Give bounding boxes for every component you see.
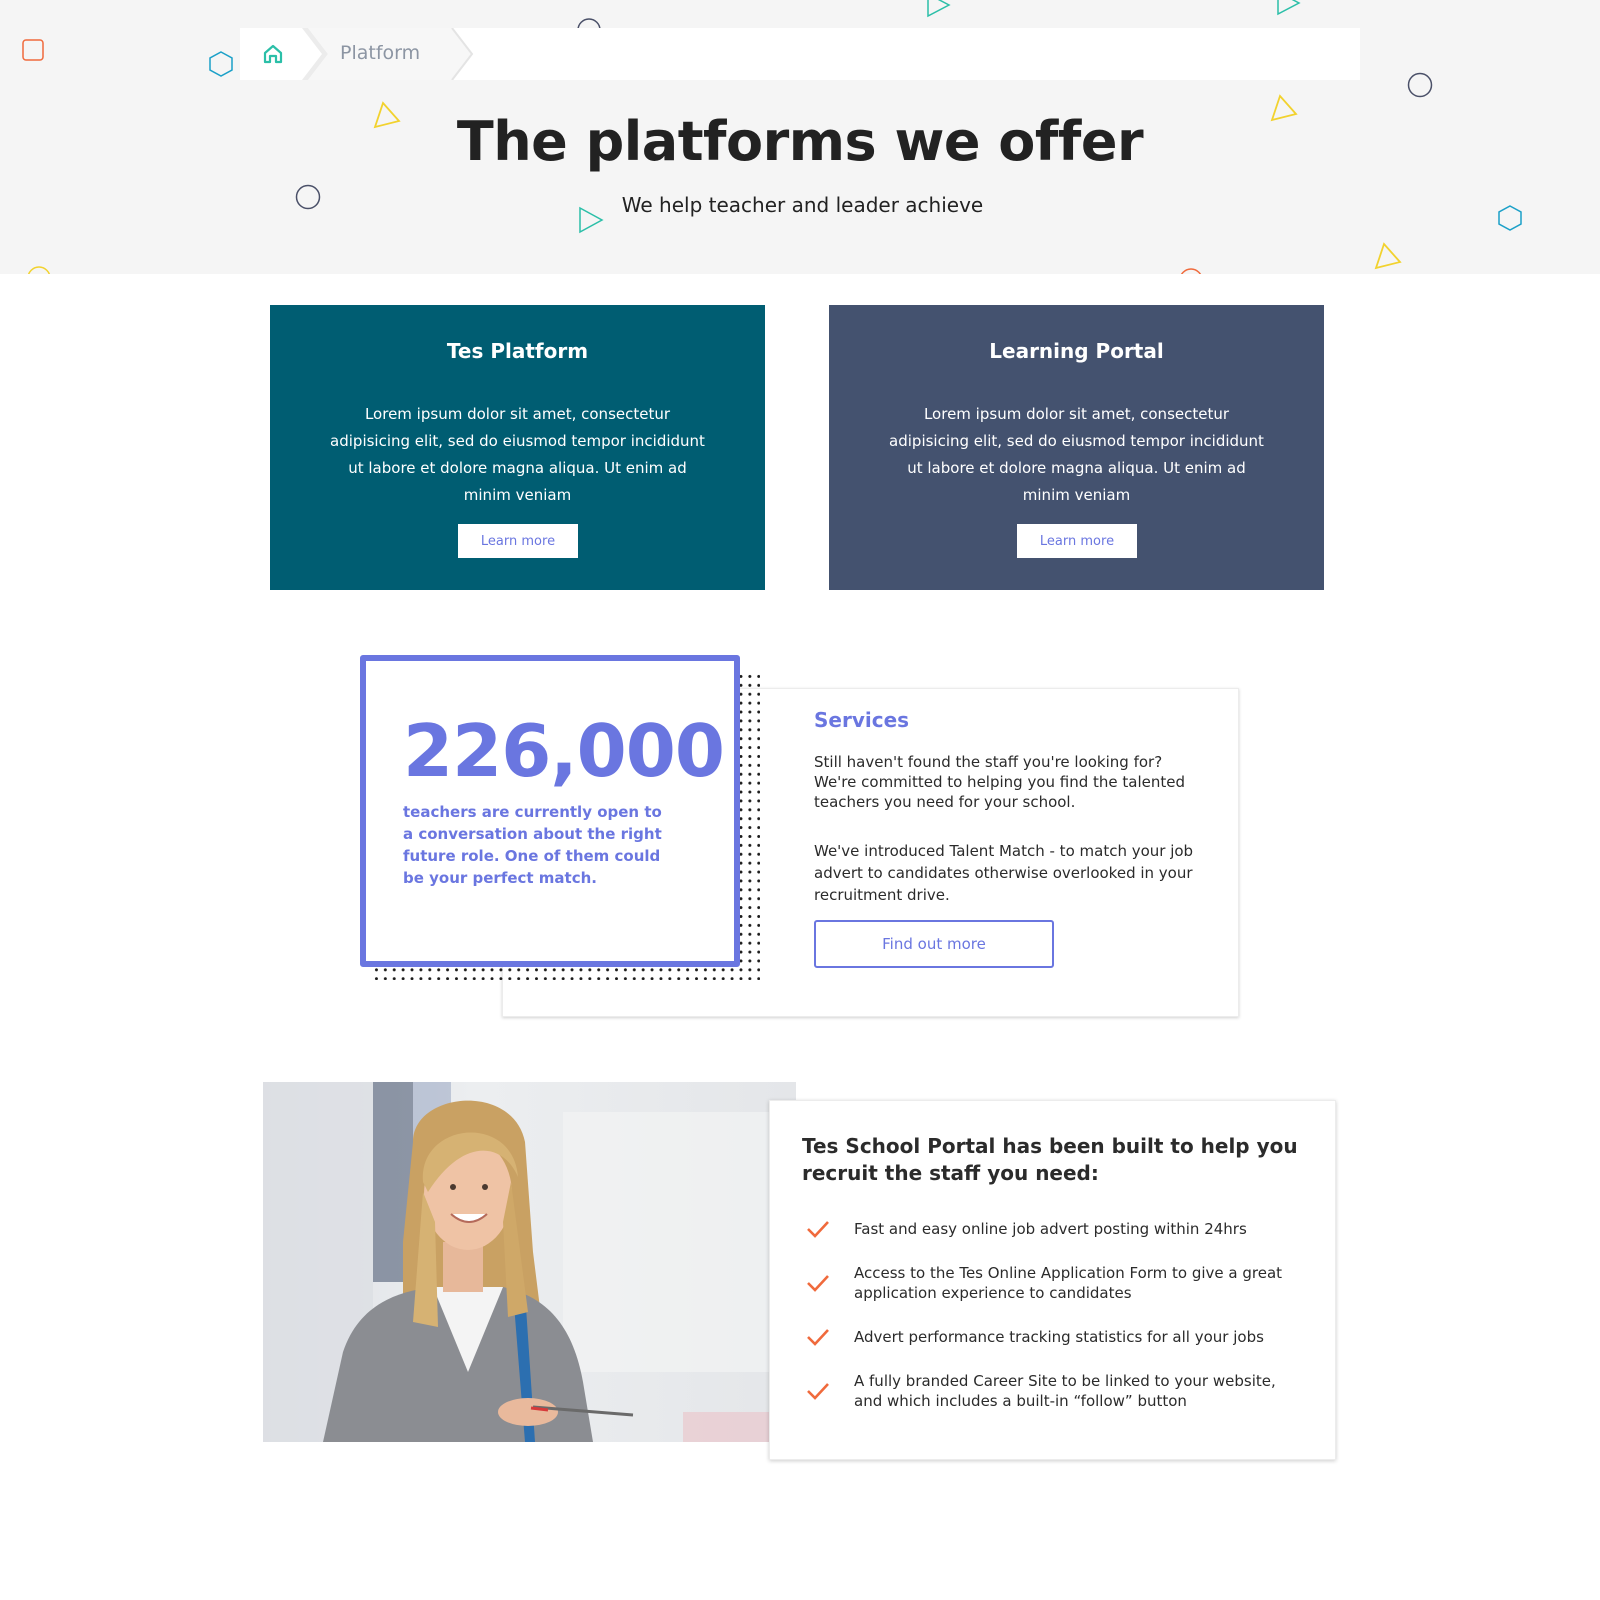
circle-decoration-icon	[1180, 268, 1202, 274]
stat-description: teachers are currently open to a convers…	[403, 803, 662, 887]
check-icon	[807, 1275, 829, 1292]
services-paragraph: Still haven't found the staff you're loo…	[814, 753, 1186, 811]
circle-decoration-icon	[1407, 72, 1433, 98]
play-decoration-icon	[1277, 0, 1301, 16]
page-title: The platforms we offer	[456, 110, 1144, 173]
feature-text: Advert performance tracking statistics f…	[854, 1328, 1264, 1346]
check-icon	[807, 1221, 829, 1238]
square-decoration-icon	[22, 39, 44, 61]
teacher-photo-illustration	[263, 1082, 796, 1442]
teacher-photo	[263, 1082, 796, 1442]
home-icon	[263, 44, 283, 64]
platform-card-title: Learning Portal	[989, 339, 1164, 363]
breadcrumb: Platform	[240, 28, 1360, 80]
platform-card-description: Lorem ipsum dolor sit amet, consectetur …	[889, 405, 1264, 504]
play-decoration-icon	[927, 0, 951, 18]
services-title: Services	[814, 708, 910, 732]
feature-text: A fully branded Career Site to be linked…	[854, 1372, 1276, 1410]
check-icon	[807, 1329, 829, 1346]
hexagon-decoration-icon	[209, 51, 233, 77]
breadcrumb-current[interactable]: Platform	[340, 42, 420, 64]
platform-card-learning-portal: Learning Portal Lorem ipsum dolor sit am…	[829, 305, 1324, 590]
triangle-decoration-icon	[1374, 242, 1402, 270]
features-title: Tes School Portal has been built to help…	[802, 1134, 1298, 1185]
feature-text: Access to the Tes Online Application For…	[854, 1264, 1283, 1302]
learn-more-button[interactable]: Learn more	[1017, 524, 1137, 558]
circle-decoration-icon	[27, 266, 51, 274]
page-subtitle: We help teacher and leader achieve	[621, 193, 984, 217]
services-paragraph: We've introduced Talent Match - to match…	[814, 842, 1194, 904]
stat-number: 226,000	[403, 709, 725, 793]
platform-card-tes: Tes Platform Lorem ipsum dolor sit amet,…	[270, 305, 765, 590]
find-out-more-button[interactable]: Find out more	[814, 920, 1054, 968]
features-card: Tes School Portal has been built to help…	[769, 1100, 1336, 1460]
feature-text: Fast and easy online job advert posting …	[854, 1220, 1247, 1238]
stat-box: 226,000 teachers are currently open to a…	[360, 655, 740, 967]
hero-section: Platform The platforms we offer We help …	[0, 0, 1600, 274]
check-icon	[807, 1383, 829, 1400]
platform-card-title: Tes Platform	[446, 339, 589, 363]
platform-card-description: Lorem ipsum dolor sit amet, consectetur …	[330, 405, 705, 504]
learn-more-button[interactable]: Learn more	[458, 524, 578, 558]
breadcrumb-home-link[interactable]	[240, 28, 306, 80]
